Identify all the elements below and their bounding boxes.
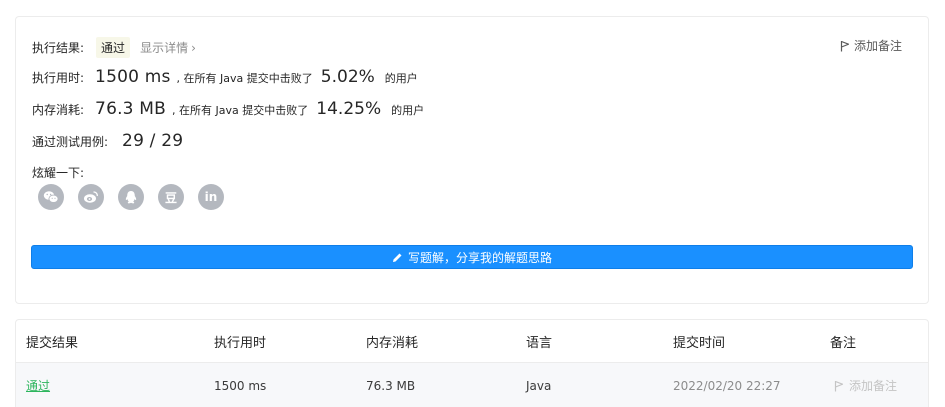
memory-row: 内存消耗: 76.3 MB , 在所有 Java 提交中击败了 14.25% 的…: [32, 99, 424, 119]
memory-label: 内存消耗:: [32, 103, 85, 117]
runtime-value: 1500 ms: [95, 67, 171, 87]
qq-icon[interactable]: [118, 184, 144, 210]
pencil-icon: [392, 253, 402, 262]
header-language: 语言: [526, 335, 553, 351]
share-icons: 豆 in: [38, 184, 224, 210]
row-add-note-label: 添加备注: [849, 379, 898, 393]
memory-percent: 14.25%: [316, 99, 382, 119]
table-row[interactable]: 通过 1500 ms 76.3 MB Java 2022/02/20 22:27…: [16, 363, 928, 407]
result-label: 执行结果:: [32, 41, 85, 55]
row-memory: 76.3 MB: [366, 378, 416, 393]
submission-result-card: 执行结果: 通过 显示详情 › 添加备注 执行用时: 1500 ms , 在所有 …: [15, 16, 929, 304]
weibo-glyph: [84, 191, 98, 203]
header-note: 备注: [830, 335, 857, 351]
status-badge: 通过: [96, 37, 131, 58]
row-result-link[interactable]: 通过: [26, 377, 50, 394]
header-runtime: 执行用时: [214, 335, 267, 351]
add-note-label: 添加备注: [853, 39, 902, 53]
memory-suffix: 的用户: [391, 104, 425, 117]
douban-icon[interactable]: 豆: [158, 184, 184, 210]
table-header: 提交结果 执行用时 内存消耗 语言 提交时间 备注: [16, 320, 928, 363]
header-result: 提交结果: [26, 335, 79, 351]
chevron-right-icon: ›: [191, 41, 196, 55]
add-note-button[interactable]: 添加备注: [840, 37, 902, 54]
weibo-icon[interactable]: [78, 184, 104, 210]
flag-icon: [840, 40, 850, 51]
row-time: 2022/02/20 22:27: [673, 378, 781, 393]
show-details-link[interactable]: 显示详情 ›: [140, 39, 196, 56]
runtime-label: 执行用时:: [32, 71, 85, 85]
tests-value: 29 / 29: [122, 131, 184, 151]
share-label: 炫耀一下:: [32, 166, 85, 180]
qq-glyph: [125, 190, 137, 203]
linkedin-icon[interactable]: in: [198, 184, 224, 210]
submissions-table: 提交结果 执行用时 内存消耗 语言 提交时间 备注 通过 1500 ms 76.…: [15, 319, 929, 407]
header-memory: 内存消耗: [366, 335, 419, 351]
runtime-percent: 5.02%: [320, 67, 375, 87]
runtime-suffix: 的用户: [384, 72, 418, 85]
write-solution-label: 写题解，分享我的解题思路: [407, 250, 552, 265]
memory-beat-text: , 在所有 Java 提交中击败了: [172, 104, 309, 117]
write-solution-button[interactable]: 写题解，分享我的解题思路: [31, 245, 913, 269]
memory-value: 76.3 MB: [95, 99, 167, 119]
wechat-glyph: [43, 191, 59, 203]
header-time: 提交时间: [673, 335, 726, 351]
flag-icon: [834, 380, 844, 391]
row-add-note-button[interactable]: 添加备注: [834, 377, 897, 394]
wechat-icon[interactable]: [38, 184, 64, 210]
tests-label: 通过测试用例:: [32, 135, 109, 149]
result-row: 执行结果: 通过 显示详情 ›: [32, 37, 196, 58]
runtime-beat-text: , 在所有 Java 提交中击败了: [176, 72, 313, 85]
runtime-row: 执行用时: 1500 ms , 在所有 Java 提交中击败了 5.02% 的用…: [32, 67, 418, 87]
row-runtime: 1500 ms: [214, 378, 267, 393]
tests-row: 通过测试用例: 29 / 29: [32, 131, 183, 151]
row-language: Java: [526, 378, 552, 393]
